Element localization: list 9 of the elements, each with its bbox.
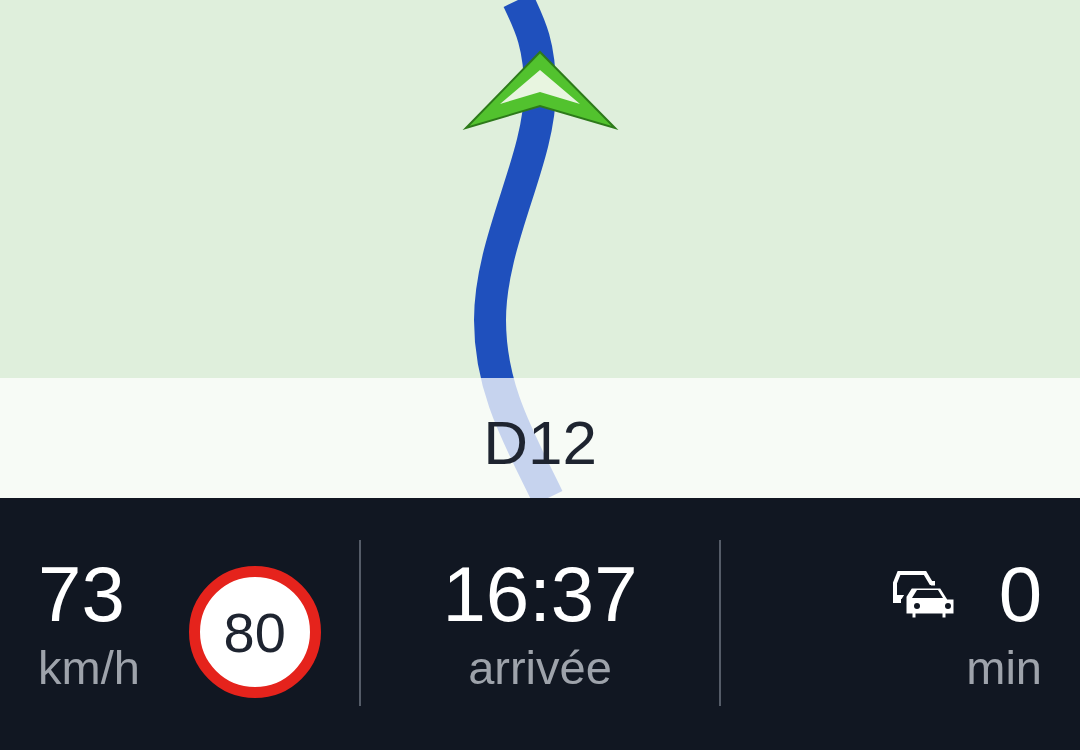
arrival-time: 16:37 bbox=[442, 550, 638, 638]
traffic-delay: 0 bbox=[998, 550, 1042, 638]
delay-unit: min bbox=[966, 640, 1042, 696]
speed-unit: km/h bbox=[38, 640, 140, 696]
street-name: D12 bbox=[483, 406, 597, 478]
position-arrow-icon bbox=[462, 50, 619, 131]
arrival-label: arrivée bbox=[468, 640, 612, 696]
speed-limit-sign: 80 bbox=[188, 566, 321, 698]
current-speed: 73 bbox=[38, 550, 126, 638]
